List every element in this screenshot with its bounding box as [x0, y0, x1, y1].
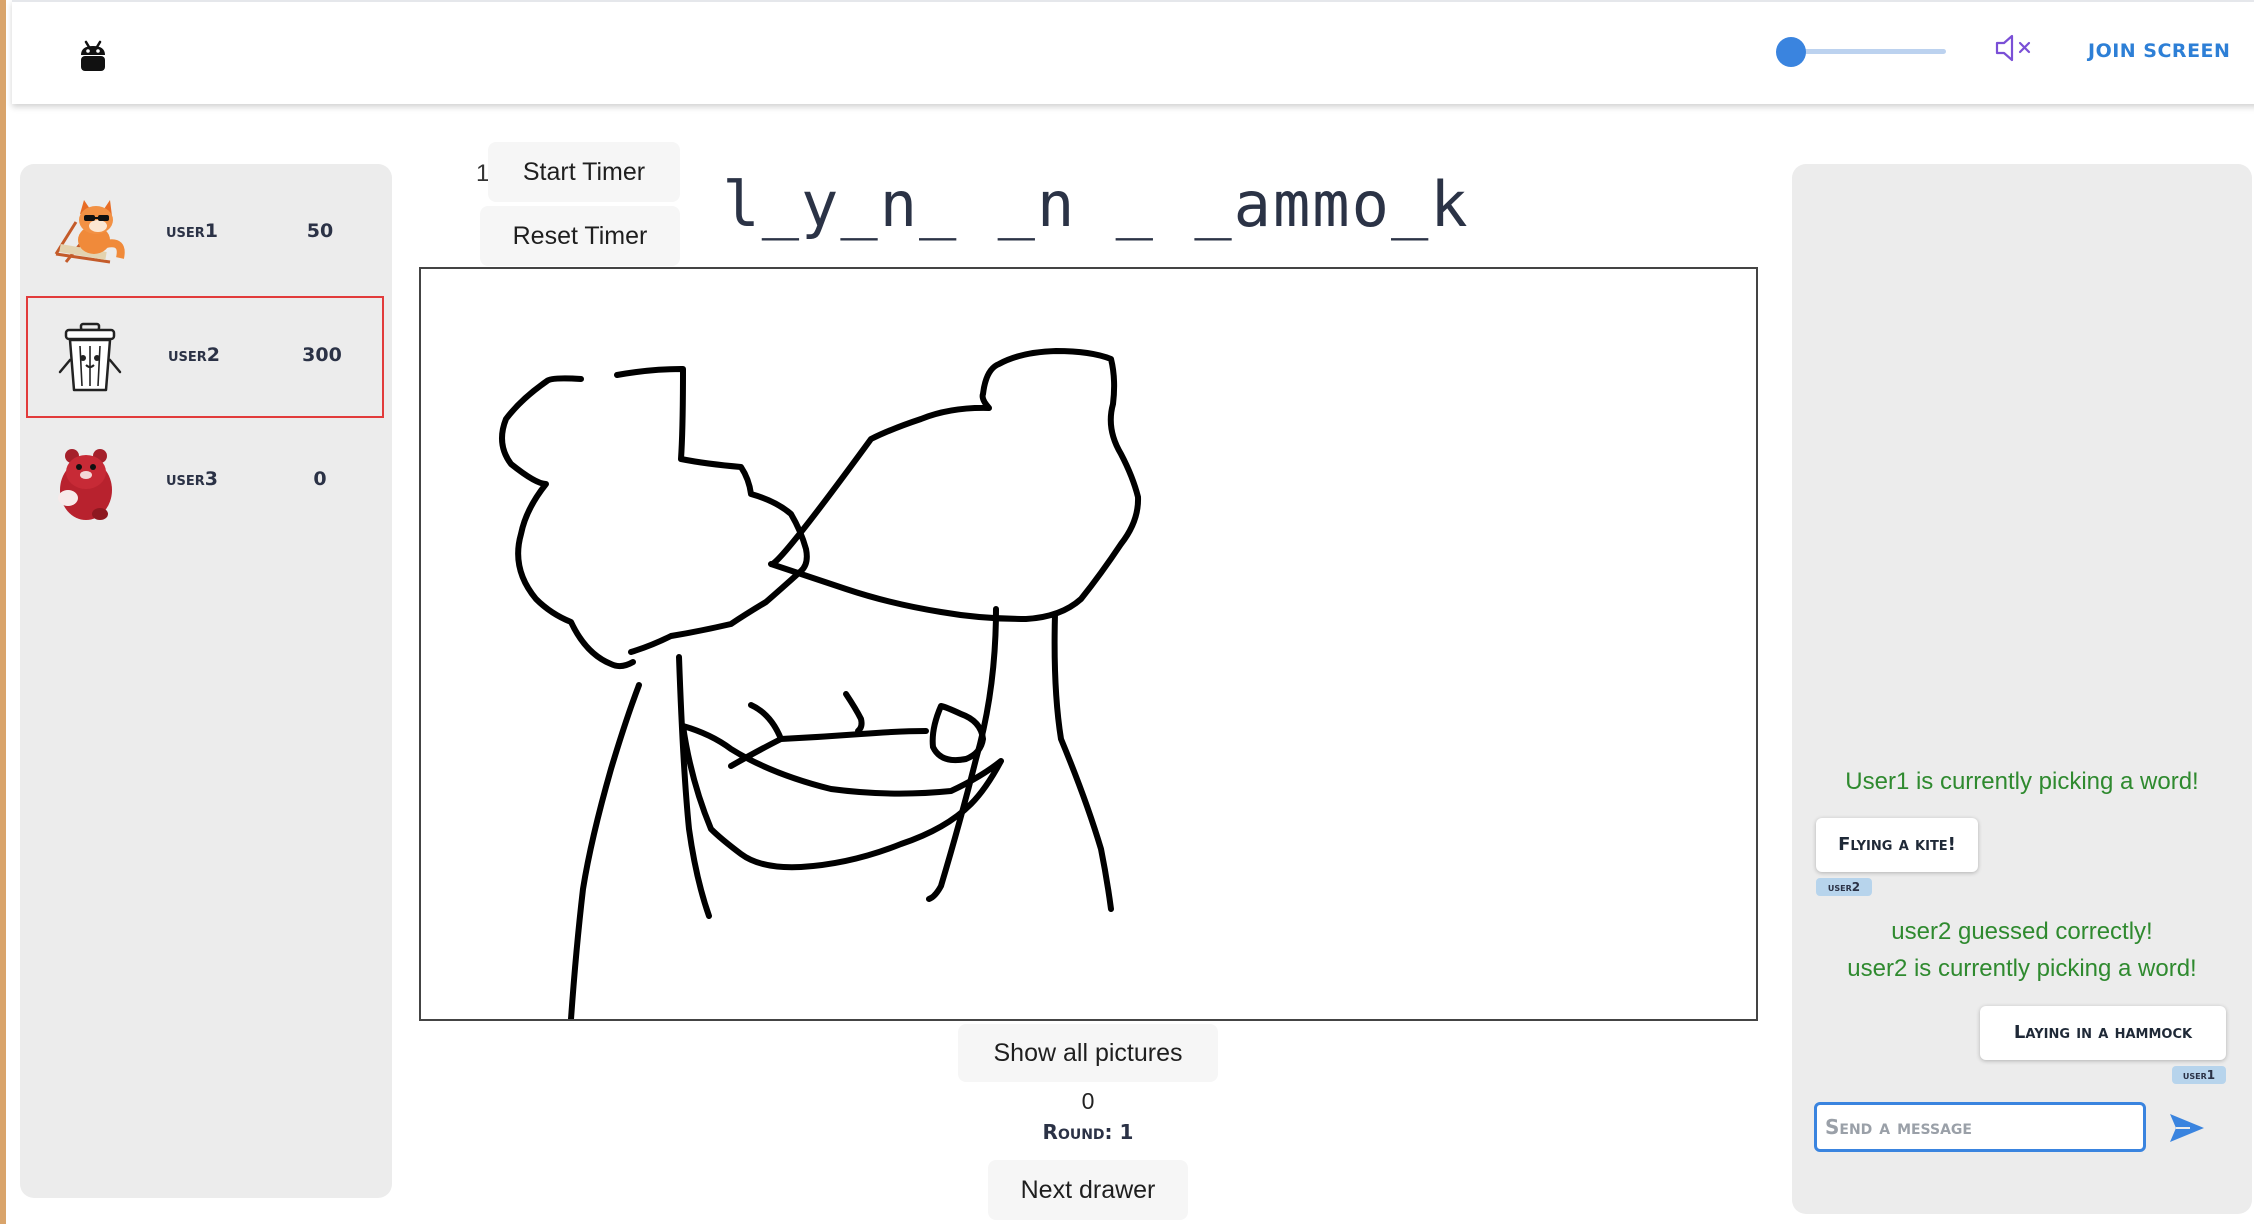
message-input[interactable] — [1814, 1102, 2146, 1152]
fox-sunglasses-avatar — [54, 200, 125, 264]
chat-username-tag: user2 — [1816, 878, 1872, 896]
top-bar: JOIN SCREEN — [12, 0, 2254, 104]
player-score: 50 — [306, 220, 334, 242]
volume-slider[interactable] — [1774, 32, 1950, 70]
chat-bubble: Flying a kite! — [1816, 818, 1978, 872]
chat-bubble: Laying in a hammock — [1980, 1006, 2226, 1060]
word-hint: l_y_n_ _n _ _ammo_k — [722, 168, 1470, 241]
player-row-user1: user1 50 — [26, 174, 384, 296]
picture-counter: 0 — [1081, 1088, 1095, 1114]
player-score: 0 — [313, 468, 327, 490]
drawing-canvas[interactable] — [419, 267, 1758, 1021]
system-message: user2 is currently picking a word! — [1847, 955, 2197, 982]
next-drawer-button[interactable]: Next drawer — [988, 1160, 1188, 1220]
speaker-mute-icon[interactable] — [1994, 32, 2034, 64]
chat-username-tag: user1 — [2172, 1066, 2226, 1084]
round-label: Round: 1 — [1042, 1120, 1134, 1144]
trash-can-avatar — [58, 322, 122, 392]
player-row-user3: user3 0 — [26, 422, 384, 544]
player-name: user1 — [166, 220, 219, 242]
chat-panel: User1 is currently picking a word! Flyin… — [1792, 164, 2252, 1214]
player-name: user2 — [168, 344, 221, 366]
players-panel: user1 50 user2 300 user3 0 — [20, 164, 392, 1198]
app-window: JOIN SCREEN user1 50 user2 300 user3 0 1… — [0, 0, 2254, 1224]
red-bear-avatar — [58, 449, 112, 520]
send-icon[interactable] — [2168, 1112, 2206, 1144]
show-all-pictures-button[interactable]: Show all pictures — [958, 1024, 1218, 1082]
system-message: user2 guessed correctly! — [1891, 918, 2153, 945]
player-row-user2: user2 300 — [26, 296, 384, 418]
player-score: 300 — [302, 344, 342, 366]
player-name: user3 — [166, 468, 219, 490]
volume-slider-thumb[interactable] — [1776, 37, 1806, 67]
drawing-strokes — [499, 348, 1142, 1019]
system-message: User1 is currently picking a word! — [1845, 768, 2199, 795]
android-logo-icon[interactable] — [78, 38, 108, 74]
volume-slider-track[interactable] — [1790, 49, 1946, 54]
join-screen-link[interactable]: JOIN SCREEN — [2088, 40, 2230, 62]
